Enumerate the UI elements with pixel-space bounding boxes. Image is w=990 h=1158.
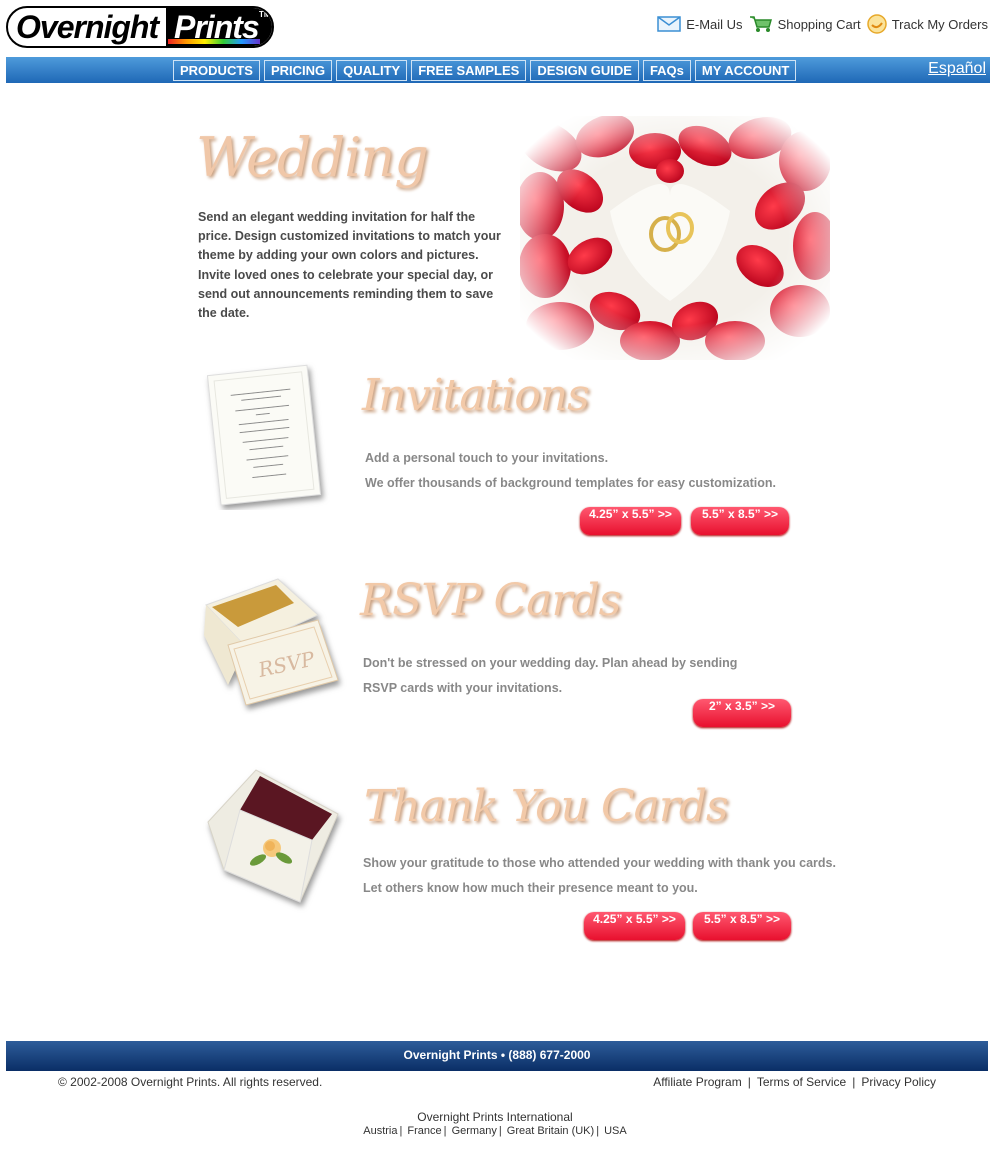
- nav-pricing[interactable]: PRICING: [263, 60, 333, 81]
- intl-usa-link[interactable]: USA: [604, 1125, 627, 1137]
- rsvp-cards-title: RSVP Cards: [360, 575, 621, 626]
- thank-you-cards-title: Thank You Cards: [364, 781, 729, 832]
- envelope-icon: [657, 16, 681, 32]
- nav-faqs[interactable]: FAQs: [642, 60, 691, 81]
- international-title: Overnight Prints International: [417, 1110, 573, 1124]
- intl-great-britain-link[interactable]: Great Britain (UK): [507, 1125, 594, 1137]
- footer-links: Affiliate Program | Terms of Service | P…: [653, 1075, 936, 1089]
- terms-of-service-link[interactable]: Terms of Service: [757, 1075, 846, 1089]
- main-nav: PRODUCTS PRICING QUALITY FREE SAMPLES DE…: [6, 57, 990, 83]
- invitations-title: Invitations: [362, 370, 590, 421]
- thank-you-text-line-2: Let others know how much their presence …: [363, 881, 698, 895]
- intl-germany-link[interactable]: Germany: [452, 1125, 497, 1137]
- international-links: Austria | France | Germany | Great Britain …: [363, 1125, 627, 1137]
- thank-you-card-image: [207, 769, 339, 903]
- footer-separator: |: [747, 1075, 751, 1089]
- intl-france-link[interactable]: France: [407, 1125, 441, 1137]
- invitations-text-line-2: We offer thousands of background templat…: [365, 476, 776, 490]
- rsvp-size-button[interactable]: 2” x 3.5” >>: [693, 699, 791, 727]
- thank-you-text-line-1: Show your gratitude to those who attende…: [363, 856, 836, 870]
- intl-austria-link[interactable]: Austria: [363, 1125, 397, 1137]
- nav-items: PRODUCTS PRICING QUALITY FREE SAMPLES DE…: [173, 60, 797, 81]
- logo-trademark: TM: [259, 10, 271, 19]
- nav-design-guide[interactable]: DESIGN GUIDE: [530, 60, 639, 81]
- thank-you-text: Show your gratitude to those who attende…: [363, 851, 836, 901]
- invitations-large-size-button[interactable]: 5.5” x 8.5” >>: [691, 507, 789, 535]
- rsvp-card-image: RSVP: [204, 578, 339, 706]
- invitation-card-image: [206, 364, 322, 506]
- thank-you-large-size-button[interactable]: 5.5” x 8.5” >>: [693, 912, 791, 940]
- copyright: © 2002-2008 Overnight Prints. All rights…: [58, 1075, 323, 1089]
- header-links: E-Mail Us Shopping Cart Track My Orders: [657, 14, 988, 34]
- privacy-policy-link[interactable]: Privacy Policy: [861, 1075, 936, 1089]
- footer-separator: |: [852, 1075, 856, 1089]
- language-espanol-link[interactable]: Español: [928, 60, 986, 78]
- footer-bar: Overnight Prints • (888) 677-2000: [6, 1041, 988, 1071]
- logo-rainbow-stripe: [168, 39, 260, 44]
- wedding-description: Send an elegant wedding invitation for h…: [198, 210, 501, 321]
- logo-text-overnight: Overnight: [16, 9, 159, 45]
- cart-icon: [749, 16, 772, 32]
- thank-you-small-size-button[interactable]: 4.25” x 5.5” >>: [584, 912, 685, 940]
- shopping-cart-label: Shopping Cart: [777, 16, 861, 32]
- wedding-title: Wedding: [196, 126, 429, 189]
- rsvp-text-line-2: RSVP cards with your invitations.: [363, 681, 563, 695]
- nav-quality[interactable]: QUALITY: [336, 60, 408, 81]
- rsvp-text: Don't be stressed on your wedding day. P…: [363, 651, 737, 701]
- nav-free-samples[interactable]: FREE SAMPLES: [411, 60, 527, 81]
- invitations-text-line-1: Add a personal touch to your invitations…: [365, 451, 609, 465]
- rose-petal-heart-image: [520, 116, 830, 360]
- track-orders-label: Track My Orders: [891, 16, 988, 32]
- rsvp-text-line-1: Don't be stressed on your wedding day. P…: [363, 656, 738, 670]
- footer-contact: Overnight Prints • (888) 677-2000: [403, 1048, 591, 1062]
- nav-my-account[interactable]: MY ACCOUNT: [694, 60, 797, 81]
- email-us-link[interactable]: E-Mail Us: [657, 16, 743, 32]
- track-icon: [866, 14, 887, 34]
- email-us-label: E-Mail Us: [686, 16, 743, 32]
- nav-products[interactable]: PRODUCTS: [173, 60, 260, 81]
- invitations-text: Add a personal touch to your invitations…: [365, 446, 776, 496]
- track-orders-link[interactable]: Track My Orders: [866, 14, 988, 34]
- affiliate-program-link[interactable]: Affiliate Program: [653, 1075, 741, 1089]
- logo[interactable]: Overnight Prints TM: [6, 6, 274, 48]
- invitations-small-size-button[interactable]: 4.25” x 5.5” >>: [580, 507, 681, 535]
- shopping-cart-link[interactable]: Shopping Cart: [749, 15, 861, 33]
